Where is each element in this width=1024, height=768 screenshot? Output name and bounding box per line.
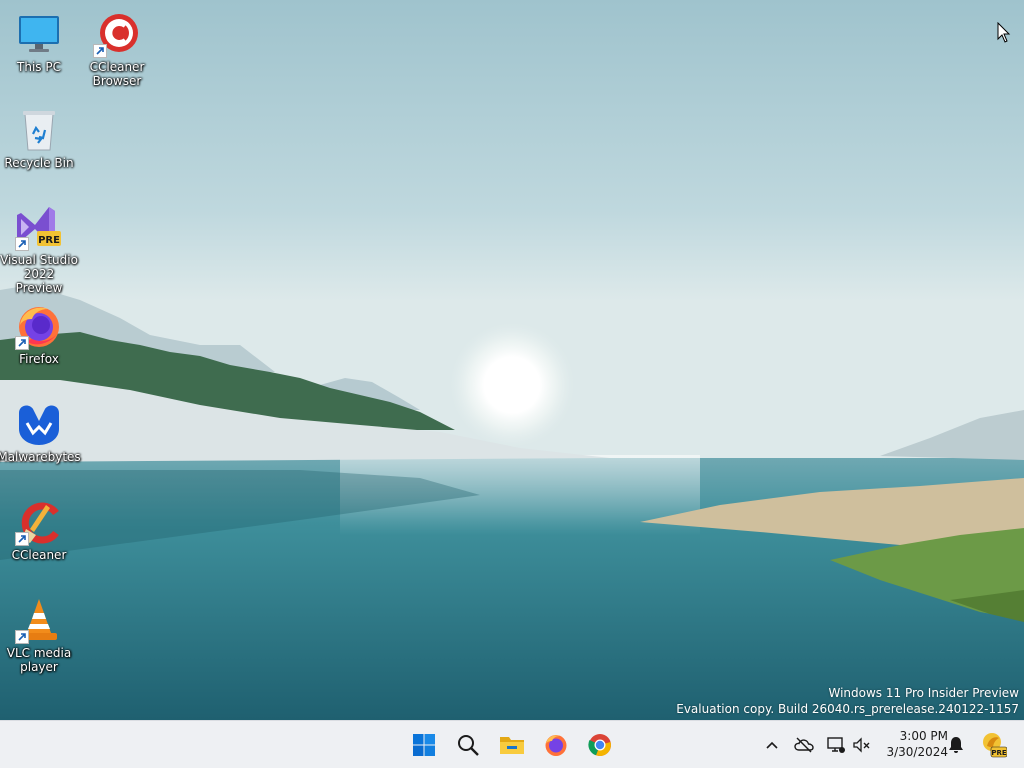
shortcut-arrow-icon bbox=[15, 336, 29, 350]
network-tray-button[interactable] bbox=[824, 733, 848, 757]
insider-pre-icon: PRE bbox=[983, 733, 1007, 758]
visual-studio-icon: PRE bbox=[15, 203, 63, 251]
malwarebytes-icon bbox=[15, 400, 63, 448]
ccleaner-browser-icon bbox=[93, 10, 141, 58]
recycle-bin-icon bbox=[15, 106, 63, 154]
desktop-icon-this-pc[interactable]: This PC bbox=[0, 10, 78, 74]
desktop-icon-label: Recycle Bin bbox=[4, 156, 74, 170]
windows-logo-icon bbox=[413, 734, 435, 756]
desktop-icon-ccleaner-browser[interactable]: CCleaner Browser bbox=[78, 10, 156, 88]
wallpaper-image bbox=[0, 0, 1024, 720]
pre-badge-text: PRE bbox=[38, 235, 60, 246]
search-button[interactable] bbox=[448, 725, 488, 765]
chrome-icon bbox=[588, 734, 611, 757]
desktop-icon-firefox[interactable]: Firefox bbox=[0, 302, 78, 366]
chrome-taskbar-button[interactable] bbox=[580, 725, 620, 765]
desktop-icon-label: Malwarebytes bbox=[0, 450, 81, 464]
desktop-icon-label: Visual Studio 2022 Preview bbox=[0, 253, 78, 295]
volume-tray-button[interactable] bbox=[850, 733, 874, 757]
watermark-build: Evaluation copy. Build 26040.rs_prerelea… bbox=[676, 702, 1019, 716]
network-icon bbox=[827, 737, 845, 753]
desktop-icon-malwarebytes[interactable]: Malwarebytes bbox=[0, 400, 81, 464]
desktop-icon-visual-studio[interactable]: PRE Visual Studio 2022 Preview bbox=[0, 203, 78, 295]
search-icon bbox=[458, 735, 479, 756]
monitor-icon bbox=[15, 10, 63, 58]
taskbar: 3:00 PM 3/30/2024 PRE bbox=[0, 720, 1024, 768]
desktop-icon-vlc[interactable]: VLC media player bbox=[0, 596, 78, 674]
insider-badge-text: PRE bbox=[991, 749, 1007, 757]
desktop-icon-label: This PC bbox=[17, 60, 61, 74]
file-explorer-button[interactable] bbox=[492, 725, 532, 765]
bell-icon bbox=[949, 737, 963, 753]
firefox-icon bbox=[545, 735, 567, 756]
insider-tray-button[interactable]: PRE bbox=[980, 731, 1008, 759]
clock-date: 3/30/2024 bbox=[886, 745, 948, 759]
shortcut-arrow-icon bbox=[15, 630, 29, 644]
shortcut-arrow-icon bbox=[15, 532, 29, 546]
desktop-icon-label: VLC media player bbox=[6, 646, 72, 674]
folder-icon bbox=[500, 737, 524, 754]
onedrive-offline-icon bbox=[794, 737, 814, 753]
firefox-taskbar-button[interactable] bbox=[536, 725, 576, 765]
desktop[interactable]: This PC CCleaner Browser Recycle Bin PRE… bbox=[0, 0, 1024, 720]
chevron-up-icon bbox=[766, 741, 778, 749]
volume-muted-icon bbox=[853, 737, 870, 753]
clock[interactable]: 3:00 PM 3/30/2024 bbox=[878, 728, 948, 760]
desktop-icon-label: CCleaner bbox=[11, 548, 67, 562]
notifications-button[interactable] bbox=[944, 733, 968, 757]
show-hidden-icons-button[interactable] bbox=[760, 733, 784, 757]
build-watermark: Windows 11 Pro Insider Preview Evaluatio… bbox=[676, 685, 1019, 717]
ccleaner-icon bbox=[15, 498, 63, 546]
watermark-edition: Windows 11 Pro Insider Preview bbox=[828, 686, 1019, 700]
desktop-icon-recycle-bin[interactable]: Recycle Bin bbox=[0, 106, 78, 170]
vlc-cone-icon bbox=[15, 596, 63, 644]
onedrive-tray-button[interactable] bbox=[792, 733, 816, 757]
desktop-icon-label: Firefox bbox=[19, 352, 59, 366]
start-button[interactable] bbox=[404, 725, 444, 765]
shortcut-arrow-icon bbox=[15, 237, 29, 251]
desktop-icon-ccleaner[interactable]: CCleaner bbox=[0, 498, 78, 562]
clock-time: 3:00 PM bbox=[899, 729, 948, 743]
shortcut-arrow-icon bbox=[93, 44, 107, 58]
firefox-icon bbox=[15, 302, 63, 350]
desktop-icon-label: CCleaner Browser bbox=[89, 60, 145, 88]
mouse-pointer-icon bbox=[997, 22, 1011, 43]
